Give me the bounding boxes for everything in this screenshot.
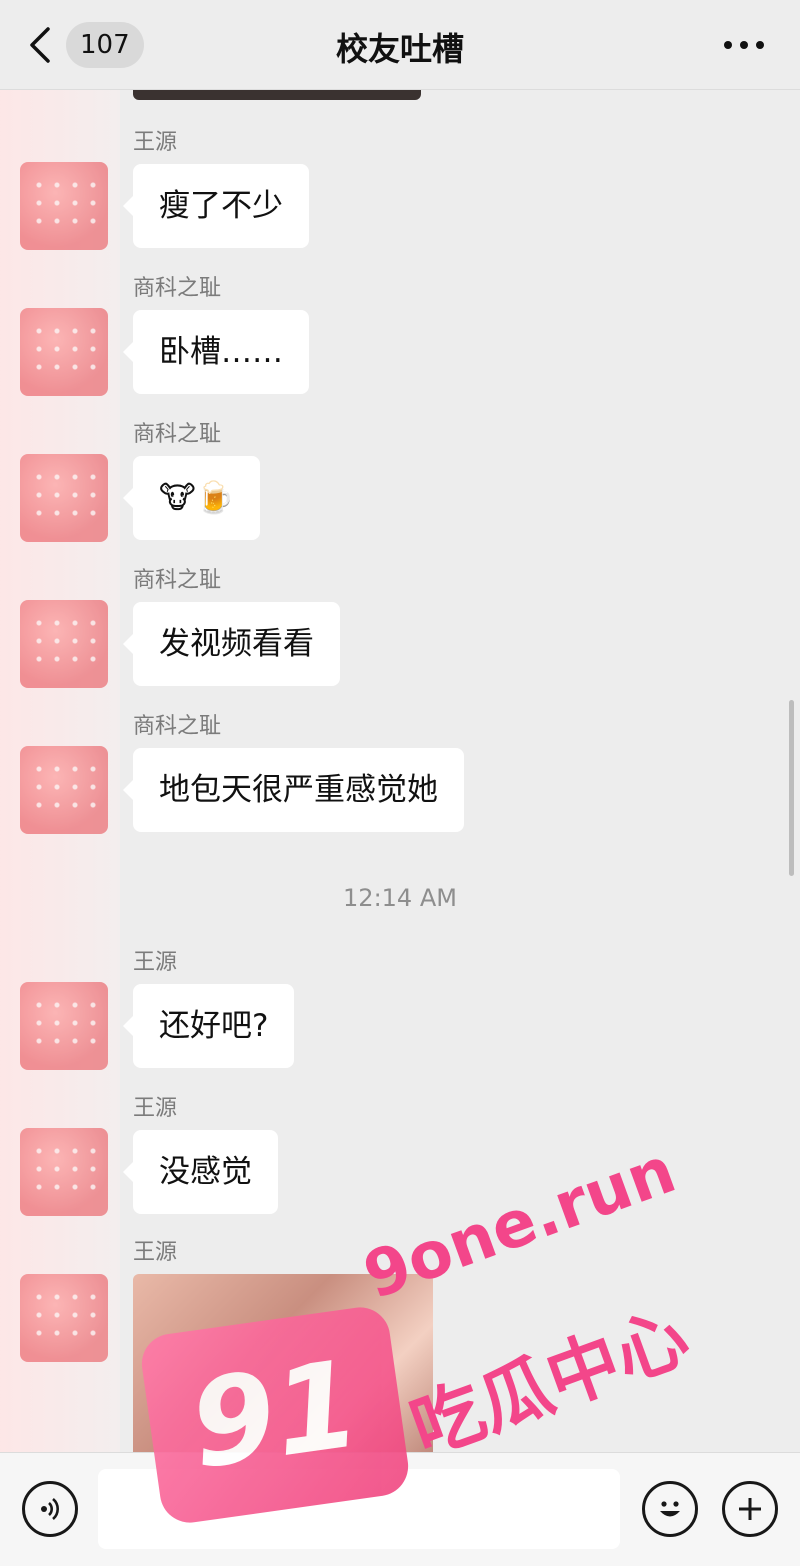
avatar[interactable]	[20, 308, 108, 396]
avatar[interactable]	[20, 1128, 108, 1216]
list-item: 王源	[133, 1238, 177, 1268]
sender-name: 王源	[133, 1096, 178, 1121]
timestamp: 12:14 AM	[343, 884, 457, 912]
message-bubble[interactable]: 没感觉	[123, 1130, 278, 1214]
message-bubble[interactable]: 发视频看看	[123, 602, 340, 686]
list-item: 王源 还好吧?	[122, 948, 295, 1068]
avatar[interactable]	[20, 600, 108, 688]
sender-name: 商科之耻	[133, 714, 222, 739]
avatar[interactable]	[20, 162, 108, 250]
list-item: 王源 没感觉	[123, 1094, 278, 1214]
scrollbar[interactable]	[789, 700, 794, 876]
message-bubble[interactable]: 🐮🍺	[122, 456, 261, 540]
voice-icon[interactable]	[22, 1481, 78, 1537]
chat-header: 107 校友吐槽	[0, 0, 800, 90]
sender-name: 王源	[133, 130, 178, 155]
sender-name: 王源	[133, 950, 178, 975]
video-message-preview[interactable]	[133, 90, 421, 100]
avatar[interactable]	[20, 454, 108, 542]
list-item: 商科之耻 🐮🍺	[122, 420, 261, 540]
message-bubble[interactable]: 瘦了不少	[123, 164, 309, 248]
avatar[interactable]	[20, 746, 108, 834]
message-bubble[interactable]: 卧槽……	[123, 310, 309, 394]
sender-name: 商科之耻	[133, 568, 222, 593]
sender-name: 商科之耻	[133, 276, 222, 301]
message-bubble[interactable]: 还好吧?	[122, 984, 295, 1068]
avatar[interactable]	[20, 1274, 108, 1362]
message-bubble[interactable]: 地包天很严重感觉她	[123, 748, 464, 832]
watermark-logo: 91	[137, 1303, 413, 1527]
plus-icon[interactable]	[722, 1481, 778, 1537]
list-item: 商科之耻 发视频看看	[123, 566, 340, 686]
list-item: 商科之耻 地包天很严重感觉她	[123, 712, 464, 832]
sender-name: 商科之耻	[133, 422, 222, 447]
watermark-number: 91	[182, 1334, 368, 1496]
chat-title: 校友吐槽	[335, 30, 464, 68]
list-item: 王源 瘦了不少	[123, 128, 309, 248]
avatar[interactable]	[20, 982, 108, 1070]
sender-name: 王源	[133, 1240, 178, 1265]
list-item: 商科之耻 卧槽……	[123, 274, 309, 394]
more-dots-icon[interactable]	[724, 30, 764, 60]
emoji-icon[interactable]	[642, 1481, 698, 1537]
